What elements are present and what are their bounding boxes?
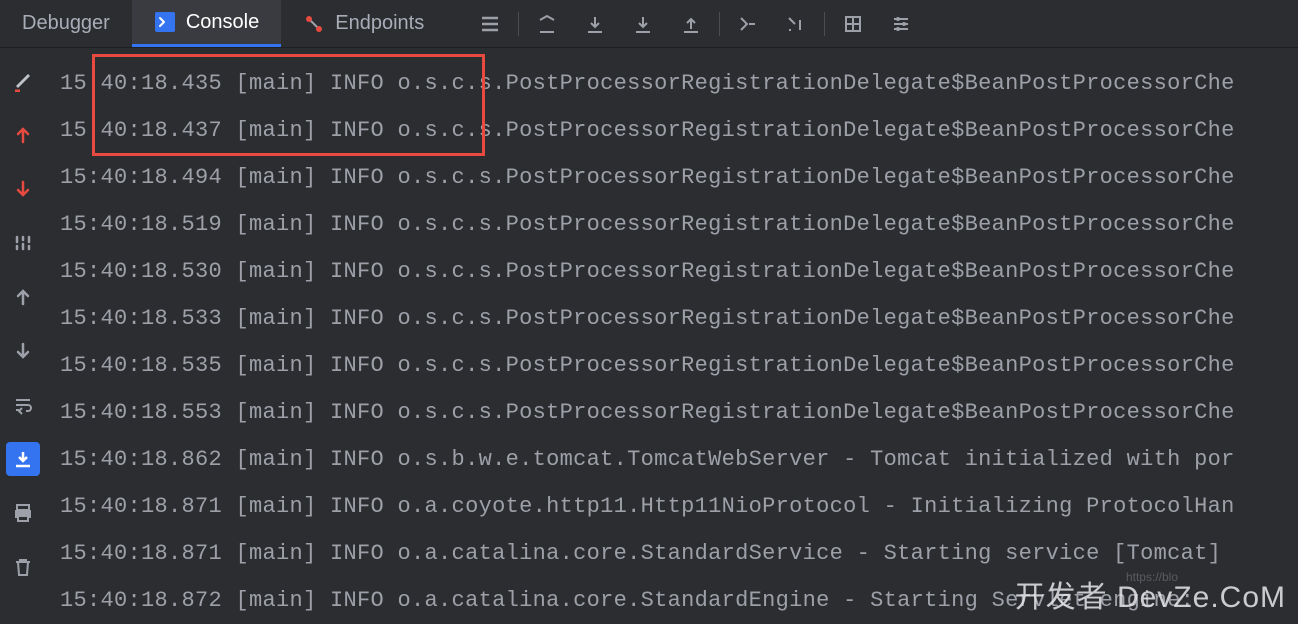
tab-debugger-label: Debugger [22, 12, 110, 35]
tab-debugger[interactable]: Debugger [0, 0, 132, 47]
log-line: 15:40:18.553 [main] INFO o.s.c.s.PostPro… [60, 389, 1298, 436]
main-area: 15:40:18.435 [main] INFO o.s.c.s.PostPro… [0, 48, 1298, 624]
log-line: 15:40:18.871 [main] INFO o.a.coyote.http… [60, 483, 1298, 530]
tab-endpoints-label: Endpoints [335, 12, 424, 35]
separator [518, 12, 519, 36]
log-line: 15:40:18.435 [main] INFO o.s.c.s.PostPro… [60, 60, 1298, 107]
up-icon[interactable] [6, 280, 40, 314]
upload-icon[interactable] [667, 0, 715, 48]
log-line: 15:40:18.871 [main] INFO o.a.catalina.co… [60, 530, 1298, 577]
download-icon-2[interactable] [619, 0, 667, 48]
tab-console-label: Console [186, 11, 259, 34]
download-icon-1[interactable] [571, 0, 619, 48]
log-line: 15:40:18.533 [main] INFO o.s.c.s.PostPro… [60, 295, 1298, 342]
scroll-to-end-icon[interactable] [6, 442, 40, 476]
step-over-icon[interactable] [724, 0, 772, 48]
down-icon[interactable] [6, 334, 40, 368]
print-icon[interactable] [6, 496, 40, 530]
edit-icon[interactable] [6, 64, 40, 98]
wrap-icon[interactable] [6, 388, 40, 422]
arrow-down-icon[interactable] [6, 172, 40, 206]
export-up-icon[interactable] [523, 0, 571, 48]
log-line: 15:40:18.535 [main] INFO o.s.c.s.PostPro… [60, 342, 1298, 389]
watermark-url: https://blo [1126, 570, 1178, 584]
log-line: 15:40:18.494 [main] INFO o.s.c.s.PostPro… [60, 154, 1298, 201]
separator [719, 12, 720, 36]
log-line: 15:40:18.530 [main] INFO o.s.c.s.PostPro… [60, 248, 1298, 295]
stack-icon[interactable] [6, 226, 40, 260]
log-line: 15:40:18.872 [main] INFO o.a.catalina.co… [60, 577, 1298, 624]
step-into-icon[interactable] [772, 0, 820, 48]
arrow-up-icon[interactable] [6, 118, 40, 152]
log-line: 15:40:18.862 [main] INFO o.s.b.w.e.tomca… [60, 436, 1298, 483]
endpoints-icon [303, 13, 325, 35]
tab-console[interactable]: Console [132, 0, 281, 47]
tab-endpoints[interactable]: Endpoints [281, 0, 446, 47]
settings-icon[interactable] [877, 0, 925, 48]
grid-icon[interactable] [829, 0, 877, 48]
log-line: 15:40:18.519 [main] INFO o.s.c.s.PostPro… [60, 201, 1298, 248]
lines-icon[interactable] [466, 0, 514, 48]
console-output[interactable]: 15:40:18.435 [main] INFO o.s.c.s.PostPro… [46, 48, 1298, 624]
tabs-bar: Debugger Console Endpoints [0, 0, 1298, 48]
left-toolbar [0, 48, 46, 624]
toolbar-right [446, 0, 925, 48]
separator [824, 12, 825, 36]
console-icon [154, 11, 176, 33]
trash-icon[interactable] [6, 550, 40, 584]
log-line: 15:40:18.437 [main] INFO o.s.c.s.PostPro… [60, 107, 1298, 154]
